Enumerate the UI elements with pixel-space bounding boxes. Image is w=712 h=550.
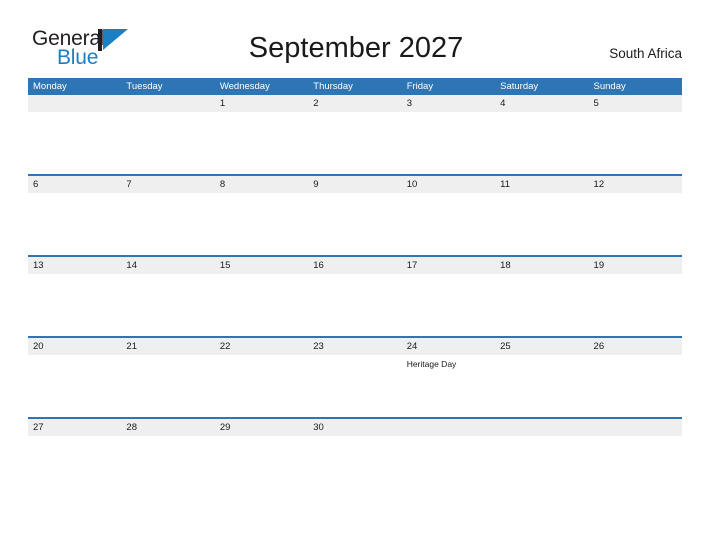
day-cell-empty (28, 436, 121, 450)
day-number-11[interactable]: 11 (495, 176, 588, 193)
day-number-24[interactable]: 24 (402, 338, 495, 355)
calendar-grid: Monday Tuesday Wednesday Thursday Friday Satu… (28, 78, 682, 450)
date-number-band: 13 14 15 16 17 18 19 (28, 257, 682, 274)
date-number-band: 27 28 29 30 (28, 419, 682, 436)
day-number-empty (495, 419, 588, 436)
day-cell-empty (215, 274, 308, 336)
day-number-8[interactable]: 8 (215, 176, 308, 193)
day-number-29[interactable]: 29 (215, 419, 308, 436)
day-number-13[interactable]: 13 (28, 257, 121, 274)
day-cell-empty (308, 274, 401, 336)
holiday-label-24[interactable]: Heritage Day (402, 355, 495, 417)
day-cell-empty (121, 355, 214, 417)
day-number-4[interactable]: 4 (495, 95, 588, 112)
day-cell-empty (589, 112, 682, 174)
day-number-5[interactable]: 5 (589, 95, 682, 112)
day-number-18[interactable]: 18 (495, 257, 588, 274)
day-number-2[interactable]: 2 (308, 95, 401, 112)
day-number-9[interactable]: 9 (308, 176, 401, 193)
date-number-band: 20 21 22 23 24 25 26 (28, 338, 682, 355)
calendar-week-row: 13 14 15 16 17 18 19 (28, 255, 682, 336)
event-band (28, 112, 682, 174)
day-number-16[interactable]: 16 (308, 257, 401, 274)
day-cell-empty (215, 193, 308, 255)
day-cell-empty (402, 274, 495, 336)
day-number-empty (589, 419, 682, 436)
day-number-empty (121, 95, 214, 112)
day-cell-empty (589, 355, 682, 417)
day-number-empty (28, 95, 121, 112)
weekday-header-thursday: Thursday (313, 81, 353, 92)
day-cell-empty (495, 274, 588, 336)
day-cell-empty (495, 436, 588, 450)
weekday-header-row: Monday Tuesday Wednesday Thursday Friday Satu… (28, 78, 682, 95)
day-cell-empty (28, 193, 121, 255)
day-number-30[interactable]: 30 (308, 419, 401, 436)
day-number-27[interactable]: 27 (28, 419, 121, 436)
day-cell-empty (121, 436, 214, 450)
day-cell-empty (402, 436, 495, 450)
day-cell-empty (495, 355, 588, 417)
day-cell-empty (121, 112, 214, 174)
weekday-header-tuesday: Tuesday (126, 81, 163, 92)
date-number-band: 12345 (28, 95, 682, 112)
day-number-6[interactable]: 6 (28, 176, 121, 193)
day-number-23[interactable]: 23 (308, 338, 401, 355)
calendar-week-row: 6 7 8 9 10 11 12 (28, 174, 682, 255)
day-number-empty (402, 419, 495, 436)
day-cell-empty (121, 274, 214, 336)
calendar-week-row: 27 28 29 30 (28, 417, 682, 450)
day-cell-empty (589, 274, 682, 336)
country-label: South Africa (609, 46, 682, 61)
day-cell-empty (215, 112, 308, 174)
calendar-weeks: 1 2 3 4 5 6 7 8 9 10 11 12 13 14 15 16 17 18 19 20 21 22 23 24 2… (28, 95, 682, 450)
weekday-header-saturday: Saturday (500, 81, 539, 92)
day-number-17[interactable]: 17 (402, 257, 495, 274)
day-number-7[interactable]: 7 (121, 176, 214, 193)
calendar-week-row: 20 21 22 23 24 25 26 Heritage Day (28, 336, 682, 417)
day-cell-empty (308, 436, 401, 450)
day-cell-empty (308, 112, 401, 174)
day-number-26[interactable]: 26 (589, 338, 682, 355)
weekday-header-monday: Monday (33, 81, 67, 92)
day-cell-empty (28, 355, 121, 417)
day-cell-empty (308, 355, 401, 417)
event-band (28, 436, 682, 450)
weekday-header-wednesday: Wednesday (219, 81, 270, 92)
day-number-19[interactable]: 19 (589, 257, 682, 274)
event-band (28, 274, 682, 336)
day-number-3[interactable]: 3 (402, 95, 495, 112)
day-number-15[interactable]: 15 (215, 257, 308, 274)
day-number-1[interactable]: 1 (215, 95, 308, 112)
calendar-week-row: 12345 (28, 95, 682, 174)
weekday-header-sunday: Sunday (593, 81, 626, 92)
weekday-header-friday: Friday (406, 81, 434, 92)
page-header: General Blue September 2027 South Africa (0, 0, 712, 68)
day-cell-empty (402, 193, 495, 255)
day-number-14[interactable]: 14 (121, 257, 214, 274)
day-cell-empty (121, 193, 214, 255)
day-number-20[interactable]: 20 (28, 338, 121, 355)
day-cell-empty (308, 193, 401, 255)
day-cell-empty (215, 436, 308, 450)
page-title: September 2027 (248, 32, 464, 64)
day-cell-empty (589, 193, 682, 255)
day-number-21[interactable]: 21 (121, 338, 214, 355)
day-cell-empty (402, 112, 495, 174)
day-cell-empty (495, 193, 588, 255)
day-cell-empty (28, 274, 121, 336)
day-number-22[interactable]: 22 (215, 338, 308, 355)
event-band: Heritage Day (28, 355, 682, 417)
day-number-12[interactable]: 12 (589, 176, 682, 193)
day-number-28[interactable]: 28 (121, 419, 214, 436)
day-cell-empty (495, 112, 588, 174)
event-band (28, 193, 682, 255)
day-cell-empty (589, 436, 682, 450)
day-number-25[interactable]: 25 (495, 338, 588, 355)
day-cell-empty (215, 355, 308, 417)
day-cell-empty (28, 112, 121, 174)
day-number-10[interactable]: 10 (402, 176, 495, 193)
date-number-band: 6 7 8 9 10 11 12 (28, 176, 682, 193)
